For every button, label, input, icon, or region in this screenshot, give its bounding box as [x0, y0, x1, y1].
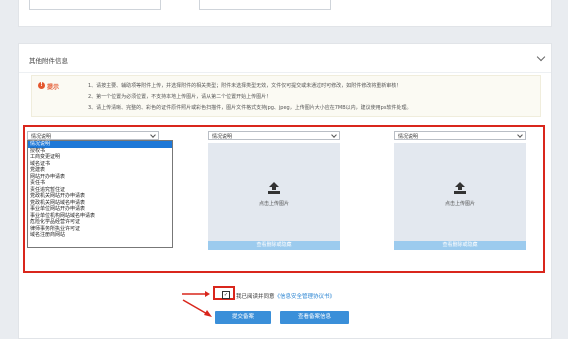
dropdown-option[interactable]: 域名注册商网站 — [28, 232, 172, 239]
upload-icon — [268, 182, 280, 194]
warning-icon: ! — [38, 82, 45, 89]
tip-line-2: 2、第一个位置为必须位置，不支持本地上传图片，请从第二个位置开始上传图片！ — [88, 94, 272, 100]
upload-icon — [454, 182, 466, 194]
image-drop-zone[interactable]: 点击上传图片 查看删除或隐藏 — [208, 143, 340, 250]
attachment-type-select[interactable]: 情况说明 — [27, 131, 159, 140]
previous-field-box — [199, 0, 331, 10]
select-value: 情况说明 — [398, 134, 419, 140]
select-value: 情况说明 — [212, 134, 233, 140]
attachment-type-select[interactable]: 情况说明 — [394, 131, 526, 140]
tip-line-3: 3、请上传清晰、完整的、彩色的证件原件照片或彩色扫描件，图片文件格式支持jpg、… — [88, 105, 412, 111]
chevron-down-icon — [517, 132, 523, 138]
previous-field-box — [29, 0, 161, 10]
upload-hint: 点击上传图片 — [444, 201, 475, 207]
chevron-down-icon[interactable] — [536, 52, 546, 62]
view-info-button[interactable]: 查看备案信息 — [280, 311, 349, 324]
attachment-type-dropdown[interactable]: 情况说明 授权书 工商变更证明 域名证书 党建表 网站开办申请表 责任书 责任追… — [27, 140, 173, 248]
chevron-down-icon — [331, 132, 337, 138]
view-delete-button[interactable]: 查看删除或隐藏 — [208, 241, 340, 250]
agree-text: 我已阅读并同意 — [236, 294, 275, 300]
image-drop-zone[interactable]: 点击上传图片 查看删除或隐藏 — [394, 143, 526, 250]
submit-button[interactable]: 提交备案 — [215, 311, 271, 324]
agree-checkbox[interactable]: ✓ — [222, 291, 230, 299]
previous-section-card — [18, 0, 552, 27]
tip-label: 提示 — [47, 84, 60, 91]
section-header[interactable]: 其他附件信息 — [19, 44, 551, 73]
agree-label: 我已阅读并同意《信息安全管理协议书》 — [236, 292, 335, 300]
upload-hint: 点击上传图片 — [258, 201, 289, 207]
agreement-link[interactable]: 《信息安全管理协议书》 — [275, 294, 336, 300]
view-delete-button[interactable]: 查看删除或隐藏 — [394, 241, 526, 250]
select-value: 情况说明 — [31, 134, 52, 140]
tip-line-1: 1、请按主要、辅助项等附件上传，并选择附件的相关类型；附件未选择类型无效，文件仅… — [88, 83, 402, 89]
section-title: 其他附件信息 — [29, 57, 68, 65]
tip-box: ! 提示 1、请按主要、辅助项等附件上传，并选择附件的相关类型；附件未选择类型无… — [31, 75, 541, 117]
chevron-down-icon — [150, 132, 156, 138]
attachment-type-select[interactable]: 情况说明 — [208, 131, 340, 140]
